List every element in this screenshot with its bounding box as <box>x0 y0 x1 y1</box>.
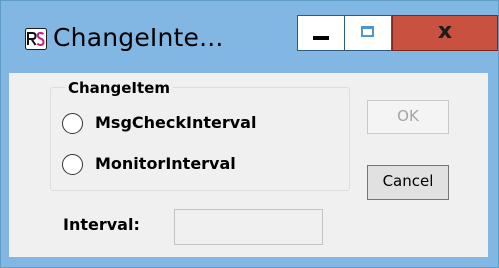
ok-button[interactable]: OK <box>367 100 449 134</box>
minimize-icon <box>313 36 329 40</box>
radio-button[interactable] <box>62 113 83 134</box>
interval-input[interactable] <box>174 209 323 245</box>
maximize-icon <box>361 26 374 37</box>
change-item-groupbox: ChangeItem MsgCheckInterval MonitorInter… <box>50 79 350 191</box>
close-icon: x <box>437 19 453 44</box>
app-logo-icon <box>25 28 47 50</box>
groupbox-label: ChangeItem <box>65 79 173 97</box>
minimize-button[interactable] <box>297 15 345 51</box>
window-title: ChangeInte... <box>53 23 224 52</box>
title-bar[interactable]: ChangeInte... x <box>1 1 498 73</box>
cancel-button[interactable]: Cancel <box>367 165 449 200</box>
radio-button[interactable] <box>62 154 83 175</box>
radio-option-label[interactable]: MonitorInterval <box>95 153 236 175</box>
dialog-window: ChangeInte... x ChangeItem MsgCheckInter… <box>0 0 499 268</box>
maximize-button[interactable] <box>344 15 392 51</box>
interval-label: Interval: <box>63 215 140 234</box>
dialog-client-area: ChangeItem MsgCheckInterval MonitorInter… <box>9 73 488 257</box>
close-button[interactable]: x <box>392 15 498 51</box>
radio-option-label[interactable]: MsgCheckInterval <box>95 112 256 134</box>
